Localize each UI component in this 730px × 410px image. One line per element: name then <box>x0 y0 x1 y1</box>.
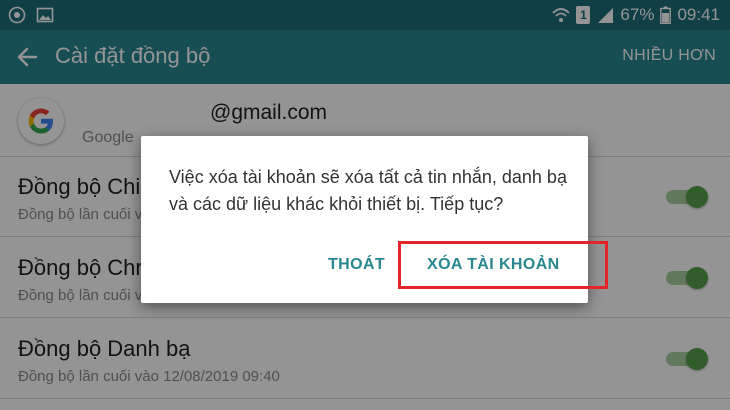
highlight-annotation <box>398 241 608 289</box>
dialog-message: Việc xóa tài khoản sẽ xóa tất cả tin nhắ… <box>169 167 567 214</box>
cancel-button[interactable]: THOÁT <box>328 256 385 274</box>
